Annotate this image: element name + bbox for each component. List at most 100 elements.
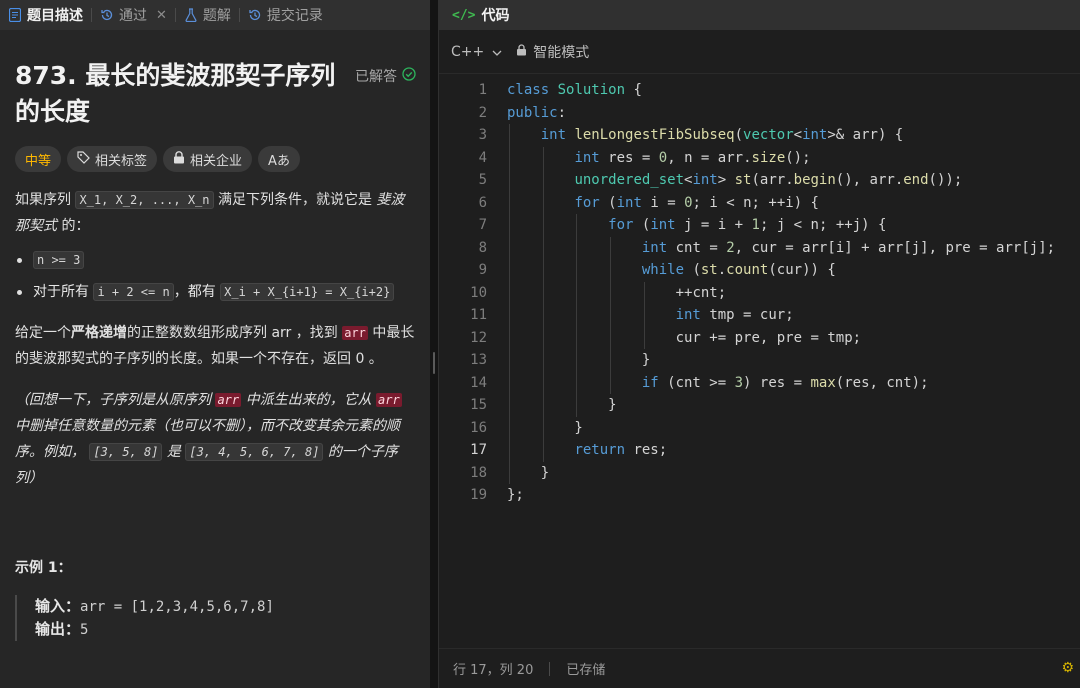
code-text: int lenLongestFibSubseq(vector<int>& arr… — [540, 127, 904, 143]
code-line[interactable]: 9 while (st.count(cur)) { — [439, 259, 1080, 282]
description-paragraph: 给定一个严格递增的正整数数组形成序列 arr ，找到 arr 中最长的斐波那契式… — [15, 325, 415, 367]
list-item: 对于所有 i + 2 <= n ，都有 X_i + X_{i+1} = X_{i+… — [15, 279, 416, 305]
code-line[interactable]: 13 } — [439, 349, 1080, 372]
tab-description[interactable]: 题目描述 — [0, 0, 91, 30]
line-number: 11 — [470, 307, 487, 323]
line-number: 18 — [470, 464, 487, 481]
code-text: } — [507, 419, 583, 436]
code-line[interactable]: 18 } — [439, 461, 1080, 484]
related-tags-label: 相关标签 — [95, 153, 148, 169]
highlighted-code: arr — [215, 393, 242, 407]
code-text: unordered_set<int> st(arr.begin(), arr.e… — [574, 172, 963, 188]
tab-solutions[interactable]: 题解 — [176, 0, 239, 30]
code-text: cur += pre, pre = tmp; — [675, 329, 862, 346]
tag-row: 中等 相关标签 相关企业 Aあ — [15, 146, 416, 172]
code-text: for (int i = 0; i < n; ++i) { — [574, 194, 819, 211]
code-text: } — [507, 397, 617, 413]
panel-resize-handle[interactable] — [430, 0, 438, 688]
tab-accepted[interactable]: 通过 ✕ — [92, 0, 175, 30]
related-tags-button[interactable]: 相关标签 — [67, 146, 158, 172]
problem-panel: 题目描述 通过 ✕ 题解 提交记录 873. 最长的斐波那契子序列的长度 已解答… — [0, 0, 430, 688]
translate-button[interactable]: Aあ — [258, 146, 300, 172]
code-text: } — [507, 464, 550, 481]
code-line[interactable]: 15 } — [439, 394, 1080, 417]
line-number: 10 — [470, 284, 487, 301]
related-companies-label: 相关企业 — [190, 153, 243, 169]
code-text: int cnt = 2, cur = arr[i] + arr[j], pre … — [641, 239, 1056, 256]
solved-label: 已解答 — [355, 69, 397, 85]
code-editor[interactable]: 1 class Solution { 2 public: 3 int lenLonges… — [439, 79, 1080, 507]
code-text: if (cnt >= 3) res = max(res, cnt); — [641, 374, 929, 391]
code-line[interactable]: 19}; — [439, 484, 1080, 507]
code-line[interactable]: 3 int lenLongestFibSubseq(vector<int>& a… — [439, 124, 1080, 147]
smart-mode-toggle[interactable]: 智能模式 — [516, 42, 589, 62]
tab-submissions[interactable]: 提交记录 — [240, 0, 331, 30]
code-panel-header: </> 代码 — [439, 0, 1080, 30]
drag-grip-icon — [433, 352, 435, 374]
history-icon — [248, 8, 262, 22]
language-select[interactable]: C++ — [451, 44, 502, 60]
code-text: ++cnt; — [507, 284, 727, 301]
editor-toolbar: C++ 智能模式 — [439, 30, 1080, 74]
code-line[interactable]: 14 if (cnt >= 3) res = max(res, cnt); — [439, 371, 1080, 394]
status-divider — [549, 661, 551, 676]
code-line[interactable]: 12 cur += pre, pre = tmp; — [439, 326, 1080, 349]
list-item: n >= 3 — [15, 247, 416, 273]
line-number: 8 — [478, 239, 487, 256]
editor-statusbar: 行 17，列 20 已存储 — [439, 648, 1080, 688]
line-number: 12 — [470, 329, 487, 346]
code-line[interactable]: 5 unordered_set<int> st(arr.begin(), arr… — [439, 169, 1080, 192]
tab-label: 通过 — [119, 8, 147, 24]
code-text: public: — [507, 104, 567, 121]
problem-tabbar: 题目描述 通过 ✕ 题解 提交记录 — [0, 0, 430, 30]
code-line[interactable]: 4 int res = 0, n = arr.size(); — [439, 146, 1080, 169]
code-line[interactable]: 10 ++cnt; — [439, 281, 1080, 304]
lock-icon — [173, 150, 185, 168]
line-number: 19 — [470, 487, 487, 503]
close-icon[interactable]: ✕ — [156, 8, 167, 23]
check-circle-icon — [402, 67, 416, 85]
line-number: 2 — [478, 104, 487, 121]
line-number: 6 — [478, 194, 487, 211]
line-number: 4 — [478, 149, 487, 166]
code-line[interactable]: 6 for (int i = 0; i < n; ++i) { — [439, 191, 1080, 214]
line-number: 3 — [478, 127, 487, 143]
code-line[interactable]: 8 int cnt = 2, cur = arr[i] + arr[j], pr… — [439, 236, 1080, 259]
history-icon — [100, 8, 114, 22]
lock-icon — [516, 43, 527, 60]
related-companies-button[interactable]: 相关企业 — [163, 146, 253, 172]
line-number: 7 — [478, 217, 487, 233]
inline-code: X_1, X_2, ..., X_n — [75, 191, 214, 209]
inline-code: X_i + X_{i+1} = X_{i+2} — [220, 283, 395, 301]
line-number: 1 — [478, 82, 487, 98]
condition-list: n >= 3 对于所有 i + 2 <= n ，都有 X_i + X_{i+1} … — [15, 247, 416, 305]
tab-label: 题目描述 — [27, 8, 83, 24]
language-label: C++ — [451, 43, 485, 60]
line-number: 14 — [470, 374, 487, 391]
save-status: 已存储 — [566, 663, 606, 678]
code-line[interactable]: 7 for (int j = i + 1; j < n; ++j) { — [439, 214, 1080, 237]
code-line[interactable]: 2 public: — [439, 102, 1080, 125]
code-text: }; — [507, 487, 524, 503]
code-text: } — [507, 352, 651, 368]
code-text: while (st.count(cur)) { — [641, 262, 836, 278]
code-line[interactable]: 17 return res; — [439, 439, 1080, 462]
example-output-value: 5 — [80, 622, 89, 638]
line-number: 16 — [470, 419, 487, 436]
cursor-position: 行 17，列 20 — [453, 663, 534, 678]
code-line[interactable]: 1 class Solution { — [439, 79, 1080, 102]
highlighted-code: arr — [376, 393, 402, 407]
settings-icon[interactable]: ⚙ — [1061, 660, 1074, 676]
example-input-value: arr = [1,2,3,4,5,6,7,8] — [80, 599, 274, 615]
code-line[interactable]: 11 int tmp = cur; — [439, 304, 1080, 327]
tag-icon — [77, 150, 90, 168]
description-note: （回想一下，子序列是从原序列 arr 中派生出来的，它从 arr 中删掉任意数量… — [15, 392, 402, 486]
difficulty-badge[interactable]: 中等 — [15, 146, 62, 172]
code-text: int res = 0, n = arr.size(); — [574, 149, 811, 166]
smart-mode-label: 智能模式 — [533, 44, 590, 61]
line-number: 5 — [478, 172, 487, 188]
translate-icon: Aあ — [268, 153, 290, 169]
example-title: 示例 1： — [15, 560, 72, 576]
code-line[interactable]: 16 } — [439, 416, 1080, 439]
description-icon — [8, 8, 22, 22]
